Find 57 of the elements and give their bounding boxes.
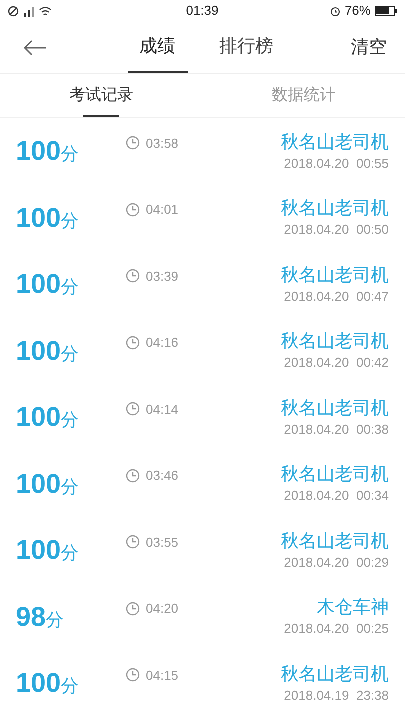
date-text: 2018.04.20 00:29 [284,554,389,572]
date-text: 2018.04.20 00:55 [284,154,389,172]
duration-text: 04:20 [146,600,179,618]
score-text: 98分 [16,600,66,634]
back-arrow-icon [23,40,47,56]
date-text: 2018.04.20 00:50 [284,221,389,239]
user-name: 秋名山老司机 [281,530,389,552]
user-name: 秋名山老司机 [281,330,389,353]
date-text: 2018.04.19 23:38 [284,686,389,704]
clock-icon [126,136,140,150]
score-text: 100分 [16,468,80,500]
user-name: 秋名山老司机 [281,197,389,220]
date-text: 2018.04.20 00:47 [284,288,389,306]
status-time: 01:39 [186,2,219,20]
clock-icon [126,336,140,350]
nav-tab[interactable]: 成绩 [128,22,188,73]
duration-text: 03:39 [146,268,179,286]
score-text: 100分 [16,334,80,368]
clear-button[interactable]: 清空 [333,34,405,61]
clock-icon [126,202,140,217]
date-text: 2018.04.20 00:34 [284,487,389,505]
clock-icon [126,269,140,284]
date-text: 2018.04.20 00:38 [284,420,389,438]
score-text: 100分 [16,135,80,168]
clock-icon [126,468,140,483]
signal-icon [23,6,35,16]
user-name: 秋名山老司机 [281,396,389,420]
clock-icon [126,535,140,550]
wifi-icon [39,6,52,16]
battery-icon [374,6,397,16]
clock-icon [126,602,140,616]
duration-text: 03:55 [146,534,179,552]
date-text: 2018.04.20 00:42 [284,354,389,372]
score-text: 100分 [16,667,80,700]
user-name: 秋名山老司机 [281,264,389,286]
score-text: 100分 [16,202,80,234]
duration-text: 03:46 [146,467,179,485]
user-name: 秋名山老司机 [281,130,389,154]
battery-percent: 76% [344,2,371,20]
duration-text: 04:16 [146,334,179,352]
user-name: 秋名山老司机 [281,463,389,486]
score-text: 100分 [16,401,80,434]
user-name: 木仓车神 [317,596,389,619]
score-text: 100分 [16,534,80,567]
no-sim-icon [8,6,19,16]
duration-text: 03:58 [146,134,179,152]
clock-icon [126,402,140,416]
duration-text: 04:01 [146,201,179,219]
nav-tab[interactable]: 排行榜 [208,22,286,73]
clock-icon [126,668,140,682]
duration-text: 04:14 [146,400,179,418]
sub-tab[interactable]: 考试记录 [69,74,134,117]
score-text: 100分 [16,268,80,301]
date-text: 2018.04.20 00:25 [284,620,389,638]
user-name: 秋名山老司机 [281,662,389,686]
duration-text: 04:15 [146,666,179,684]
alarm-icon [330,6,341,16]
